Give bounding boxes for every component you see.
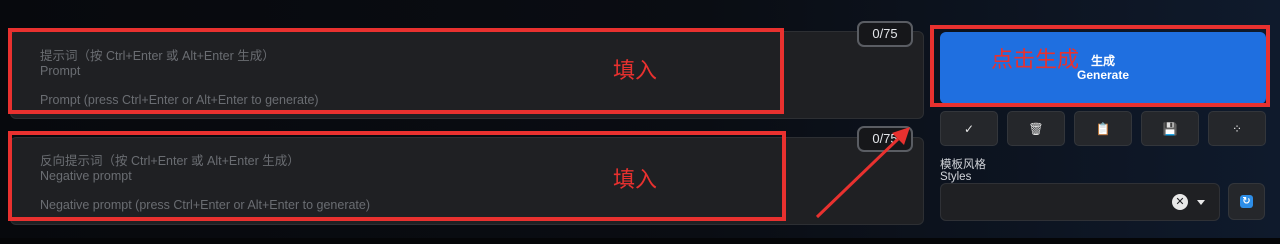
annotation-arrow: [815, 127, 910, 219]
bottom-strip: [0, 238, 1280, 244]
annotation-arrow-line: [815, 137, 900, 219]
